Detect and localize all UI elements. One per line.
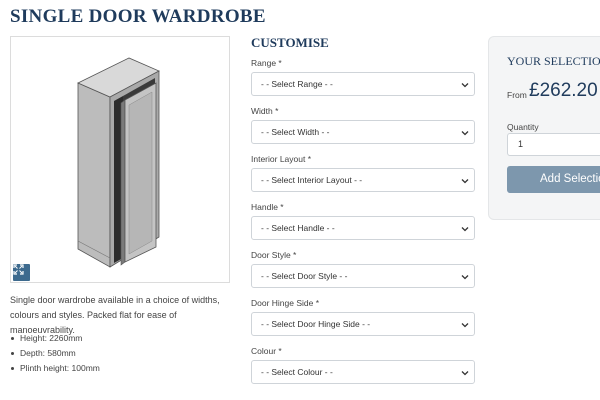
handle-select-value: - - Select Handle - -: [261, 223, 335, 233]
quantity-input[interactable]: 1: [507, 133, 600, 156]
chevron-down-icon: [461, 371, 469, 376]
width-field: Width * - - Select Width - -: [251, 106, 475, 144]
colour-field: Colour * - - Select Colour - -: [251, 346, 475, 384]
spec-item: Height: 2260mm: [10, 331, 100, 346]
door-hinge-side-select[interactable]: - - Select Door Hinge Side - -: [251, 312, 475, 336]
colour-label: Colour *: [251, 346, 282, 356]
spec-list: Height: 2260mm Depth: 580mm Plinth heigh…: [10, 331, 100, 376]
door-hinge-side-field: Door Hinge Side * - - Select Door Hinge …: [251, 298, 475, 336]
handle-label: Handle *: [251, 202, 284, 212]
range-select-value: - - Select Range - -: [261, 79, 333, 89]
range-field: Range * - - Select Range - -: [251, 58, 475, 96]
spec-item: Plinth height: 100mm: [10, 361, 100, 376]
selection-title: YOUR SELECTION: [507, 54, 600, 68]
price-prefix: From: [507, 90, 527, 100]
door-style-field: Door Style * - - Select Door Style - -: [251, 250, 475, 288]
wardrobe-illustration: [77, 57, 160, 268]
spec-item: Depth: 580mm: [10, 346, 100, 361]
chevron-down-icon: [461, 275, 469, 280]
chevron-down-icon: [461, 179, 469, 184]
expand-icon: [13, 264, 24, 275]
interior-layout-field: Interior Layout * - - Select Interior La…: [251, 154, 475, 192]
interior-layout-label: Interior Layout *: [251, 154, 312, 164]
interior-layout-select[interactable]: - - Select Interior Layout - -: [251, 168, 475, 192]
handle-select[interactable]: - - Select Handle - -: [251, 216, 475, 240]
chevron-down-icon: [461, 227, 469, 232]
add-selection-button[interactable]: Add Selection: [507, 166, 600, 193]
range-select[interactable]: - - Select Range - -: [251, 72, 475, 96]
handle-field: Handle * - - Select Handle - -: [251, 202, 475, 240]
door-hinge-side-select-value: - - Select Door Hinge Side - -: [261, 319, 371, 329]
door-style-select-value: - - Select Door Style - -: [261, 271, 348, 281]
expand-image-button[interactable]: [13, 264, 30, 281]
range-label: Range *: [251, 58, 282, 68]
chevron-down-icon: [461, 323, 469, 328]
chevron-down-icon: [461, 131, 469, 136]
width-select-value: - - Select Width - -: [261, 127, 330, 137]
colour-select[interactable]: - - Select Colour - -: [251, 360, 475, 384]
chevron-down-icon: [461, 83, 469, 88]
door-style-label: Door Style *: [251, 250, 297, 260]
width-select[interactable]: - - Select Width - -: [251, 120, 475, 144]
selection-panel: YOUR SELECTION From £262.20 Quantity 1 A…: [488, 36, 600, 220]
page-title: SINGLE DOOR WARDROBE: [10, 6, 266, 27]
product-image: [10, 36, 230, 283]
width-label: Width *: [251, 106, 279, 116]
colour-select-value: - - Select Colour - -: [261, 367, 333, 377]
interior-layout-select-value: - - Select Interior Layout - -: [261, 175, 363, 185]
door-style-select[interactable]: - - Select Door Style - -: [251, 264, 475, 288]
quantity-label: Quantity: [507, 122, 539, 132]
door-hinge-side-label: Door Hinge Side *: [251, 298, 320, 308]
customise-heading: CUSTOMISE: [251, 35, 329, 50]
price-value: £262.20: [529, 80, 598, 101]
